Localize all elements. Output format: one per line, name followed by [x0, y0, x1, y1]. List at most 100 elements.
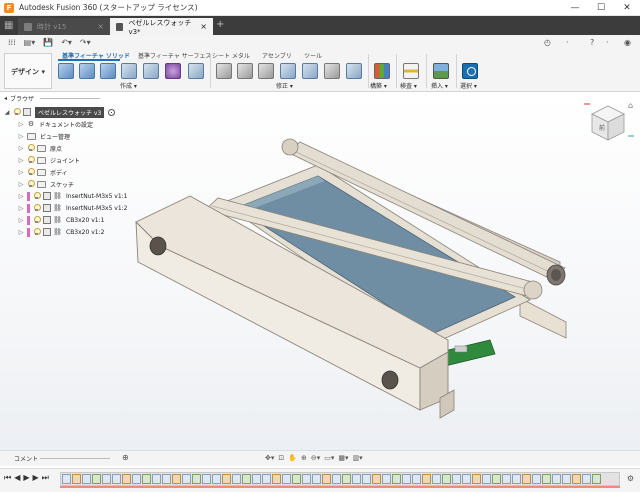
step-forward-icon[interactable]: ▶	[33, 473, 39, 483]
timeline-feature[interactable]	[82, 474, 91, 484]
expand-icon[interactable]: ▷	[18, 205, 24, 212]
timeline-feature[interactable]	[592, 474, 601, 484]
job-status-icon[interactable]: ◴	[544, 35, 551, 50]
timeline-feature[interactable]	[542, 474, 551, 484]
derive-icon[interactable]	[188, 63, 204, 79]
browser-item-component[interactable]: ▷ ⛓ InsertNut-M3x5 v1:2	[18, 202, 128, 214]
timeline-feature[interactable]	[212, 474, 221, 484]
timeline-feature[interactable]	[172, 474, 181, 484]
new-tab-button[interactable]: +	[216, 19, 224, 30]
timeline-feature[interactable]	[402, 474, 411, 484]
browser-item-origin[interactable]: ▷ 原点	[18, 142, 62, 154]
maximize-button[interactable]: ☐	[588, 0, 614, 16]
modify-group-label[interactable]: 修正 ▾	[276, 81, 293, 90]
timeline-feature[interactable]	[152, 474, 161, 484]
expand-icon[interactable]: ◢	[4, 109, 10, 116]
orbit-icon[interactable]: ✥▾	[265, 454, 274, 462]
construct-group-label[interactable]: 構築 ▾	[370, 81, 387, 90]
visibility-bulb-icon[interactable]	[27, 156, 35, 164]
timeline-feature[interactable]	[122, 474, 131, 484]
add-comment-icon[interactable]: ⊕	[122, 453, 129, 462]
tab-sheet-metal[interactable]: シート メタル	[212, 51, 250, 60]
timeline-feature[interactable]	[222, 474, 231, 484]
browser-item-component[interactable]: ▷ ⛓ CB3x20 v1:1	[18, 214, 104, 226]
timeline-feature[interactable]	[482, 474, 491, 484]
tab-assembly[interactable]: アセンブリ	[262, 51, 292, 60]
notifications-icon[interactable]: ·	[566, 35, 569, 50]
align-icon[interactable]	[346, 63, 362, 79]
go-to-start-icon[interactable]: ⏮	[4, 473, 11, 483]
timeline-feature[interactable]	[392, 474, 401, 484]
timeline-feature[interactable]	[62, 474, 71, 484]
extrude-icon[interactable]	[79, 63, 95, 79]
select-group-label[interactable]: 選択 ▾	[460, 81, 477, 90]
tab-surface[interactable]: 基準フィーチャ サーフェス	[138, 51, 211, 60]
timeline-feature[interactable]	[352, 474, 361, 484]
tab-clock[interactable]: 時計 v15 ×	[18, 18, 110, 35]
timeline-feature[interactable]	[582, 474, 591, 484]
redo-icon[interactable]: ↷▾	[80, 38, 91, 47]
collapse-icon[interactable]: ◂	[4, 95, 7, 102]
loft-icon[interactable]	[143, 63, 159, 79]
workspace-switcher[interactable]: デザイン ▾	[4, 53, 52, 89]
timeline-feature[interactable]	[472, 474, 481, 484]
browser-item-document-settings[interactable]: ▷ ⚙ ドキュメントの設定	[18, 118, 93, 130]
help-icon[interactable]: ?	[590, 35, 594, 50]
browser-item-component[interactable]: ▷ ⛓ InsertNut-M3x5 v1:1	[18, 190, 128, 202]
expand-icon[interactable]: ▷	[18, 121, 24, 128]
expand-icon[interactable]: ▷	[18, 181, 24, 188]
timeline-feature[interactable]	[492, 474, 501, 484]
timeline-feature[interactable]	[442, 474, 451, 484]
scale-icon[interactable]	[302, 63, 318, 79]
visibility-bulb-icon[interactable]	[27, 168, 35, 176]
timeline-feature[interactable]	[522, 474, 531, 484]
tab-tools[interactable]: ツール	[304, 51, 322, 60]
timeline-feature[interactable]	[182, 474, 191, 484]
timeline-feature[interactable]	[132, 474, 141, 484]
grid-settings-icon[interactable]: ▦▾	[338, 454, 348, 462]
chamfer-icon[interactable]	[258, 63, 274, 79]
timeline-feature[interactable]	[372, 474, 381, 484]
close-tab-icon[interactable]: ×	[97, 22, 104, 31]
visibility-bulb-icon[interactable]	[13, 108, 21, 116]
timeline-feature[interactable]	[422, 474, 431, 484]
timeline-feature[interactable]	[532, 474, 541, 484]
expand-icon[interactable]: ▷	[18, 217, 24, 224]
timeline-feature[interactable]	[292, 474, 301, 484]
go-to-end-icon[interactable]: ⏭	[42, 473, 49, 483]
timeline-feature[interactable]	[362, 474, 371, 484]
visibility-bulb-icon[interactable]	[33, 192, 41, 200]
timeline-feature[interactable]	[112, 474, 121, 484]
view-cube[interactable]: 前 ⌂	[580, 96, 636, 152]
timeline-feature[interactable]	[462, 474, 471, 484]
insert-group-label[interactable]: 挿入 ▾	[431, 81, 448, 90]
browser-item-sketches[interactable]: ▷ スケッチ	[18, 178, 74, 190]
press-pull-icon[interactable]	[216, 63, 232, 79]
timeline-feature[interactable]	[192, 474, 201, 484]
timeline-feature[interactable]	[412, 474, 421, 484]
timeline-feature[interactable]	[142, 474, 151, 484]
timeline-feature[interactable]	[162, 474, 171, 484]
play-icon[interactable]: ▶	[23, 473, 29, 483]
zoom-icon[interactable]: ⊕	[301, 454, 307, 462]
browser-header[interactable]: ◂ ブラウザ	[4, 94, 101, 103]
profile-icon[interactable]: ◉	[624, 35, 631, 50]
timeline-feature[interactable]	[382, 474, 391, 484]
undo-icon[interactable]: ↶▾	[61, 38, 72, 47]
activate-target-icon[interactable]	[108, 108, 116, 116]
form-icon[interactable]	[165, 63, 181, 79]
timeline-feature[interactable]	[232, 474, 241, 484]
sweep-icon[interactable]	[121, 63, 137, 79]
expand-icon[interactable]: ▷	[18, 145, 24, 152]
browser-item-joints[interactable]: ▷ ジョイント	[18, 154, 80, 166]
timeline-feature[interactable]	[572, 474, 581, 484]
timeline-feature[interactable]	[512, 474, 521, 484]
measure-icon[interactable]	[403, 63, 419, 79]
visibility-bulb-icon[interactable]	[33, 228, 41, 236]
tab-bezelless-watch[interactable]: ベゼルレスウォッチ v3* ×	[110, 18, 213, 36]
timeline-feature[interactable]	[242, 474, 251, 484]
timeline-feature[interactable]	[322, 474, 331, 484]
browser-item-bodies[interactable]: ▷ ボディ	[18, 166, 68, 178]
expand-icon[interactable]: ▷	[18, 157, 24, 164]
fillet-icon[interactable]	[237, 63, 253, 79]
